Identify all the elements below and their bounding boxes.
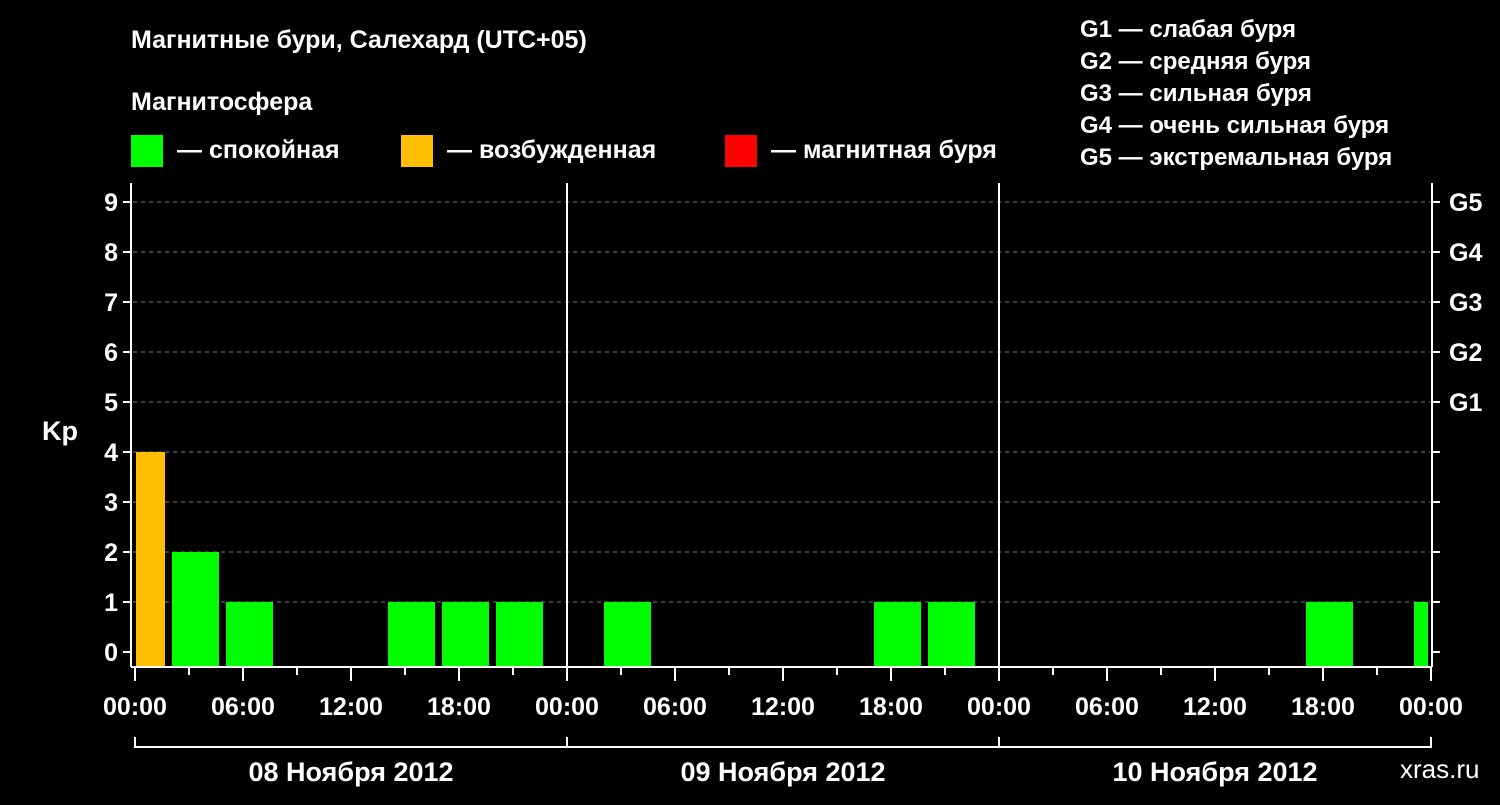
plot-frame xyxy=(130,183,1433,668)
y-tick-label-5: 5 xyxy=(104,389,118,417)
x-tick-label-60: 12:00 xyxy=(1183,693,1247,721)
chart-title: Магнитные бури, Салехард (UTC+05) xyxy=(131,26,587,54)
bar-5 xyxy=(496,602,543,666)
bar-7 xyxy=(874,602,921,666)
y-tick-label-0: 0 xyxy=(104,639,118,667)
chart-subtitle: Магнитосфера xyxy=(131,88,313,116)
g-legend-g2: G2 — средняя буря xyxy=(1080,48,1311,75)
legend-label-quiet: — спокойная xyxy=(177,136,340,164)
y-tick-label-2: 2 xyxy=(104,539,118,567)
watermark: xras.ru xyxy=(1400,754,1479,784)
y-axis-ticks xyxy=(123,201,1440,653)
day-label-2: 10 Ноября 2012 xyxy=(1112,757,1317,787)
bar-10 xyxy=(1414,602,1428,666)
bar-9 xyxy=(1306,602,1353,666)
y-tick-label-3: 3 xyxy=(104,489,118,517)
x-tick-label-12: 12:00 xyxy=(319,693,383,721)
legend-swatch-storm xyxy=(725,135,757,167)
legend-label-storm: — магнитная буря xyxy=(771,136,997,164)
x-tick-label-30: 06:00 xyxy=(643,693,707,721)
g-scale-legend: G1 — слабая буря G2 — средняя буря G3 — … xyxy=(1080,16,1392,171)
g-axis-label-G1: G1 xyxy=(1449,389,1482,417)
legend-swatch-excited xyxy=(401,135,433,167)
x-tick-label-24: 00:00 xyxy=(535,693,599,721)
x-tick-label-6: 06:00 xyxy=(211,693,275,721)
grid-lines xyxy=(133,201,1430,603)
y-tick-label-8: 8 xyxy=(104,239,118,267)
x-axis-ticks xyxy=(134,667,1432,681)
g-scale-axis-labels: G1 G2 G3 G4 G5 xyxy=(1449,189,1482,417)
x-axis-tick-labels: 00:00 06:00 12:00 18:00 00:00 06:00 12:00 18:00… xyxy=(103,693,1463,721)
bar-1 xyxy=(172,552,219,666)
y-tick-label-1: 1 xyxy=(104,589,118,617)
bar-0 xyxy=(136,452,165,666)
g-legend-g3: G3 — сильная буря xyxy=(1080,80,1312,107)
day-labels: 08 Ноября 2012 09 Ноября 2012 10 Ноября 20… xyxy=(248,757,1317,787)
bars xyxy=(136,452,1428,666)
x-tick-label-54: 06:00 xyxy=(1075,693,1139,721)
y-tick-label-7: 7 xyxy=(104,289,118,317)
g-axis-label-G2: G2 xyxy=(1449,339,1482,367)
x-tick-label-42: 18:00 xyxy=(859,693,923,721)
bar-8 xyxy=(928,602,975,666)
y-axis-label: Kp xyxy=(42,416,78,446)
legend-label-excited: — возбужденная xyxy=(447,136,656,164)
day-label-0: 08 Ноября 2012 xyxy=(248,757,453,787)
x-tick-label-72: 00:00 xyxy=(1399,693,1463,721)
y-tick-label-4: 4 xyxy=(104,439,118,467)
y-tick-label-6: 6 xyxy=(104,339,118,367)
bar-3 xyxy=(388,602,435,666)
bar-4 xyxy=(442,602,489,666)
status-legend: — спокойная — возбужденная — магнитная б… xyxy=(131,135,997,167)
day-label-1: 09 Ноября 2012 xyxy=(680,757,885,787)
y-axis-tick-labels: 0 1 2 3 4 5 6 7 8 9 xyxy=(104,189,118,667)
legend-swatch-quiet xyxy=(131,135,163,167)
chart-root: Магнитные бури, Салехард (UTC+05) Магнит… xyxy=(0,0,1500,800)
kp-chart: Магнитные бури, Салехард (UTC+05) Магнит… xyxy=(42,16,1482,787)
x-tick-label-48: 00:00 xyxy=(967,693,1031,721)
g-legend-g5: G5 — экстремальная буря xyxy=(1080,144,1392,171)
bar-2 xyxy=(226,602,273,666)
x-tick-label-18: 18:00 xyxy=(427,693,491,721)
x-tick-label-36: 12:00 xyxy=(751,693,815,721)
bar-6 xyxy=(604,602,651,666)
g-axis-label-G5: G5 xyxy=(1449,189,1482,217)
g-legend-g4: G4 — очень сильная буря xyxy=(1080,112,1389,139)
day-brackets xyxy=(134,737,1432,748)
g-axis-label-G4: G4 xyxy=(1449,239,1482,267)
g-legend-g1: G1 — слабая буря xyxy=(1080,16,1296,43)
y-tick-label-9: 9 xyxy=(104,189,118,217)
g-axis-label-G3: G3 xyxy=(1449,289,1482,317)
x-tick-label-0: 00:00 xyxy=(103,693,167,721)
x-tick-label-66: 18:00 xyxy=(1291,693,1355,721)
